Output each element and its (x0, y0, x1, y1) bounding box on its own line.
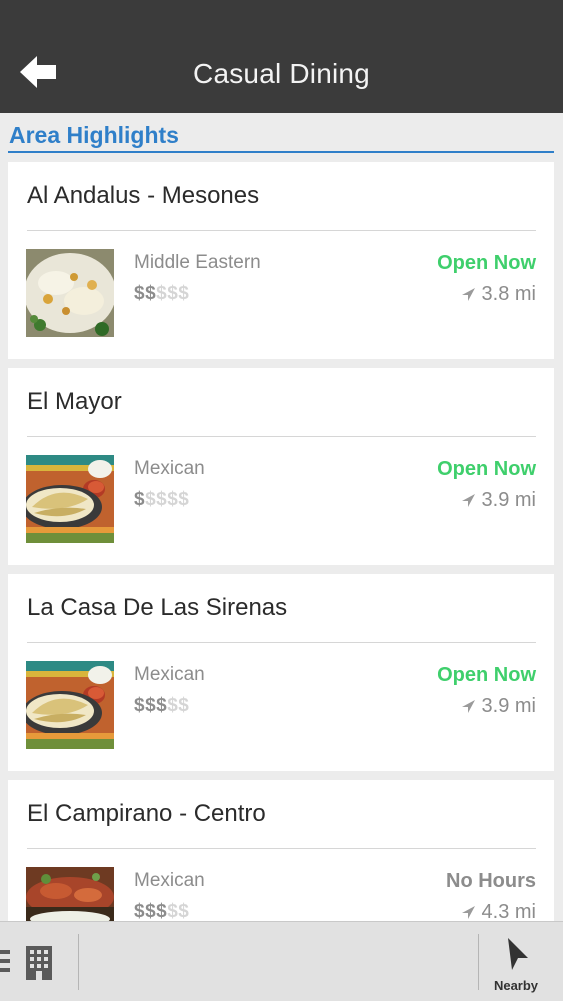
restaurant-thumbnail (26, 455, 114, 543)
restaurant-card[interactable]: El Mayor Mexican $$$$$ Open Now 3.9 mi (8, 368, 554, 565)
toolbar-separator (78, 934, 79, 990)
location-arrow-icon (461, 288, 475, 301)
cuisine-label: Middle Eastern (134, 252, 261, 273)
open-status: Open Now (437, 664, 536, 686)
nearby-label: Nearby (493, 978, 539, 993)
location-arrow-icon (461, 906, 475, 919)
cuisine-label: Mexican (134, 664, 205, 685)
restaurant-card[interactable]: La Casa De Las Sirenas Mexican $$$$$ Ope… (8, 574, 554, 771)
restaurant-name: Al Andalus - Mesones (27, 182, 260, 209)
card-divider (27, 436, 536, 437)
bottom-toolbar: Nearby (0, 921, 563, 1001)
category-button[interactable] (24, 944, 56, 982)
location-arrow-icon (461, 700, 475, 713)
card-divider (27, 642, 536, 643)
toolbar-separator (478, 934, 479, 990)
list-icon (0, 950, 10, 972)
price-rating: $$$$$ (134, 489, 190, 510)
open-status: Open Now (437, 252, 536, 274)
building-icon (26, 946, 52, 980)
list-view-button[interactable] (0, 944, 14, 978)
restaurant-name: El Mayor (27, 388, 122, 415)
location-arrow-icon (461, 494, 475, 507)
top-header: Casual Dining (0, 0, 563, 113)
cuisine-label: Mexican (134, 458, 205, 479)
restaurant-thumbnail (26, 249, 114, 337)
distance: 3.8 mi (461, 283, 536, 306)
distance: 3.9 mi (461, 489, 536, 512)
section-title: Area Highlights (9, 122, 179, 148)
restaurant-thumbnail (26, 661, 114, 749)
distance: 3.9 mi (461, 695, 536, 718)
card-divider (27, 230, 536, 231)
price-rating: $$$$$ (134, 695, 190, 716)
hours-status: No Hours (446, 870, 536, 892)
card-divider (27, 848, 536, 849)
restaurant-name: El Campirano - Centro (27, 800, 266, 827)
price-rating: $$$$$ (134, 283, 190, 304)
page-title: Casual Dining (193, 58, 370, 89)
cuisine-label: Mexican (134, 870, 205, 891)
restaurant-card[interactable]: Al Andalus - Mesones Middle Eastern $$$$… (8, 162, 554, 359)
price-rating: $$$$$ (134, 901, 190, 922)
open-status: Open Now (437, 458, 536, 480)
location-arrow-icon (508, 938, 528, 970)
section-divider (8, 151, 554, 153)
restaurant-name: La Casa De Las Sirenas (27, 594, 288, 621)
